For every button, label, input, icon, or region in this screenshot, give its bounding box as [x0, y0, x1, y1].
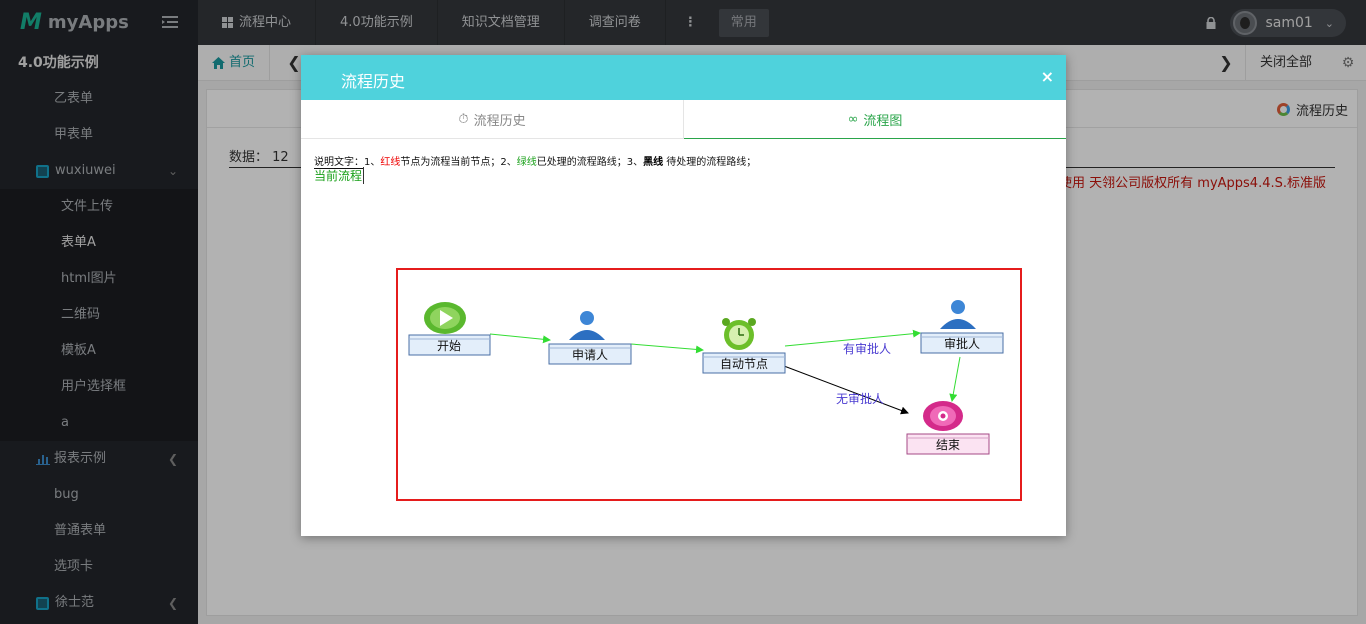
node-end-label: 结束	[936, 438, 960, 452]
legend-red: 红线	[380, 157, 401, 168]
tab-label: 流程历史	[473, 113, 526, 129]
node-approver[interactable]: 审批人	[920, 300, 1004, 354]
dialog-header: 流程历史 ×	[301, 55, 1066, 100]
tab-flow-diagram[interactable]: ∞ 流程图	[683, 100, 1066, 139]
legend-green: 绿线	[516, 157, 537, 168]
flow-link-icon: ∞	[847, 111, 859, 127]
node-start[interactable]: 开始	[408, 302, 491, 356]
legend-text: 节点为流程当前节点；2、	[400, 157, 517, 168]
legend-text: 1、	[364, 157, 381, 168]
node-auto-label: 自动节点	[720, 357, 768, 371]
node-approver-label: 审批人	[944, 336, 980, 351]
edge-label-has-approver: 有审批人	[843, 341, 891, 356]
tab-label: 流程图	[863, 113, 903, 129]
edge-applicant-auto	[630, 343, 704, 354]
edge-approver-end	[949, 356, 961, 402]
current-flow-label: 当前流程	[314, 167, 365, 184]
flow-diagram: 有审批人 无审批人 开始 申请人 自动节点 审批人 结束	[396, 268, 1022, 501]
legend-text: 待处理的流程路线；	[663, 157, 757, 168]
node-start-label: 开始	[437, 339, 461, 353]
edge-label-no-approver: 无审批人	[836, 391, 884, 406]
node-applicant[interactable]: 申请人	[548, 311, 632, 365]
dialog-title: 流程历史	[341, 72, 406, 91]
stopwatch-icon: ⏱	[458, 111, 469, 127]
node-auto[interactable]: 自动节点	[702, 318, 786, 374]
node-end[interactable]: 结束	[906, 401, 990, 455]
flow-history-dialog: 流程历史 × ⏱ 流程历史 ∞ 流程图 说明文字：1、红线节点为流程当前节点；2…	[301, 55, 1066, 536]
legend-black: 黑线	[643, 157, 664, 168]
close-icon[interactable]: ×	[1041, 67, 1054, 86]
dialog-tabs: ⏱ 流程历史 ∞ 流程图	[301, 100, 1066, 139]
tab-flow-history[interactable]: ⏱ 流程历史	[301, 100, 683, 138]
diagram-legend: 说明文字：1、红线节点为流程当前节点；2、绿线已处理的流程路线；3、黑线 待处理…	[314, 153, 757, 169]
edge-start-applicant	[489, 333, 551, 344]
legend-text: 已处理的流程路线；3、	[536, 157, 644, 168]
node-applicant-label: 申请人	[572, 348, 608, 362]
flow-diagram-svg: 有审批人 无审批人 开始 申请人 自动节点 审批人 结束	[408, 300, 1004, 455]
